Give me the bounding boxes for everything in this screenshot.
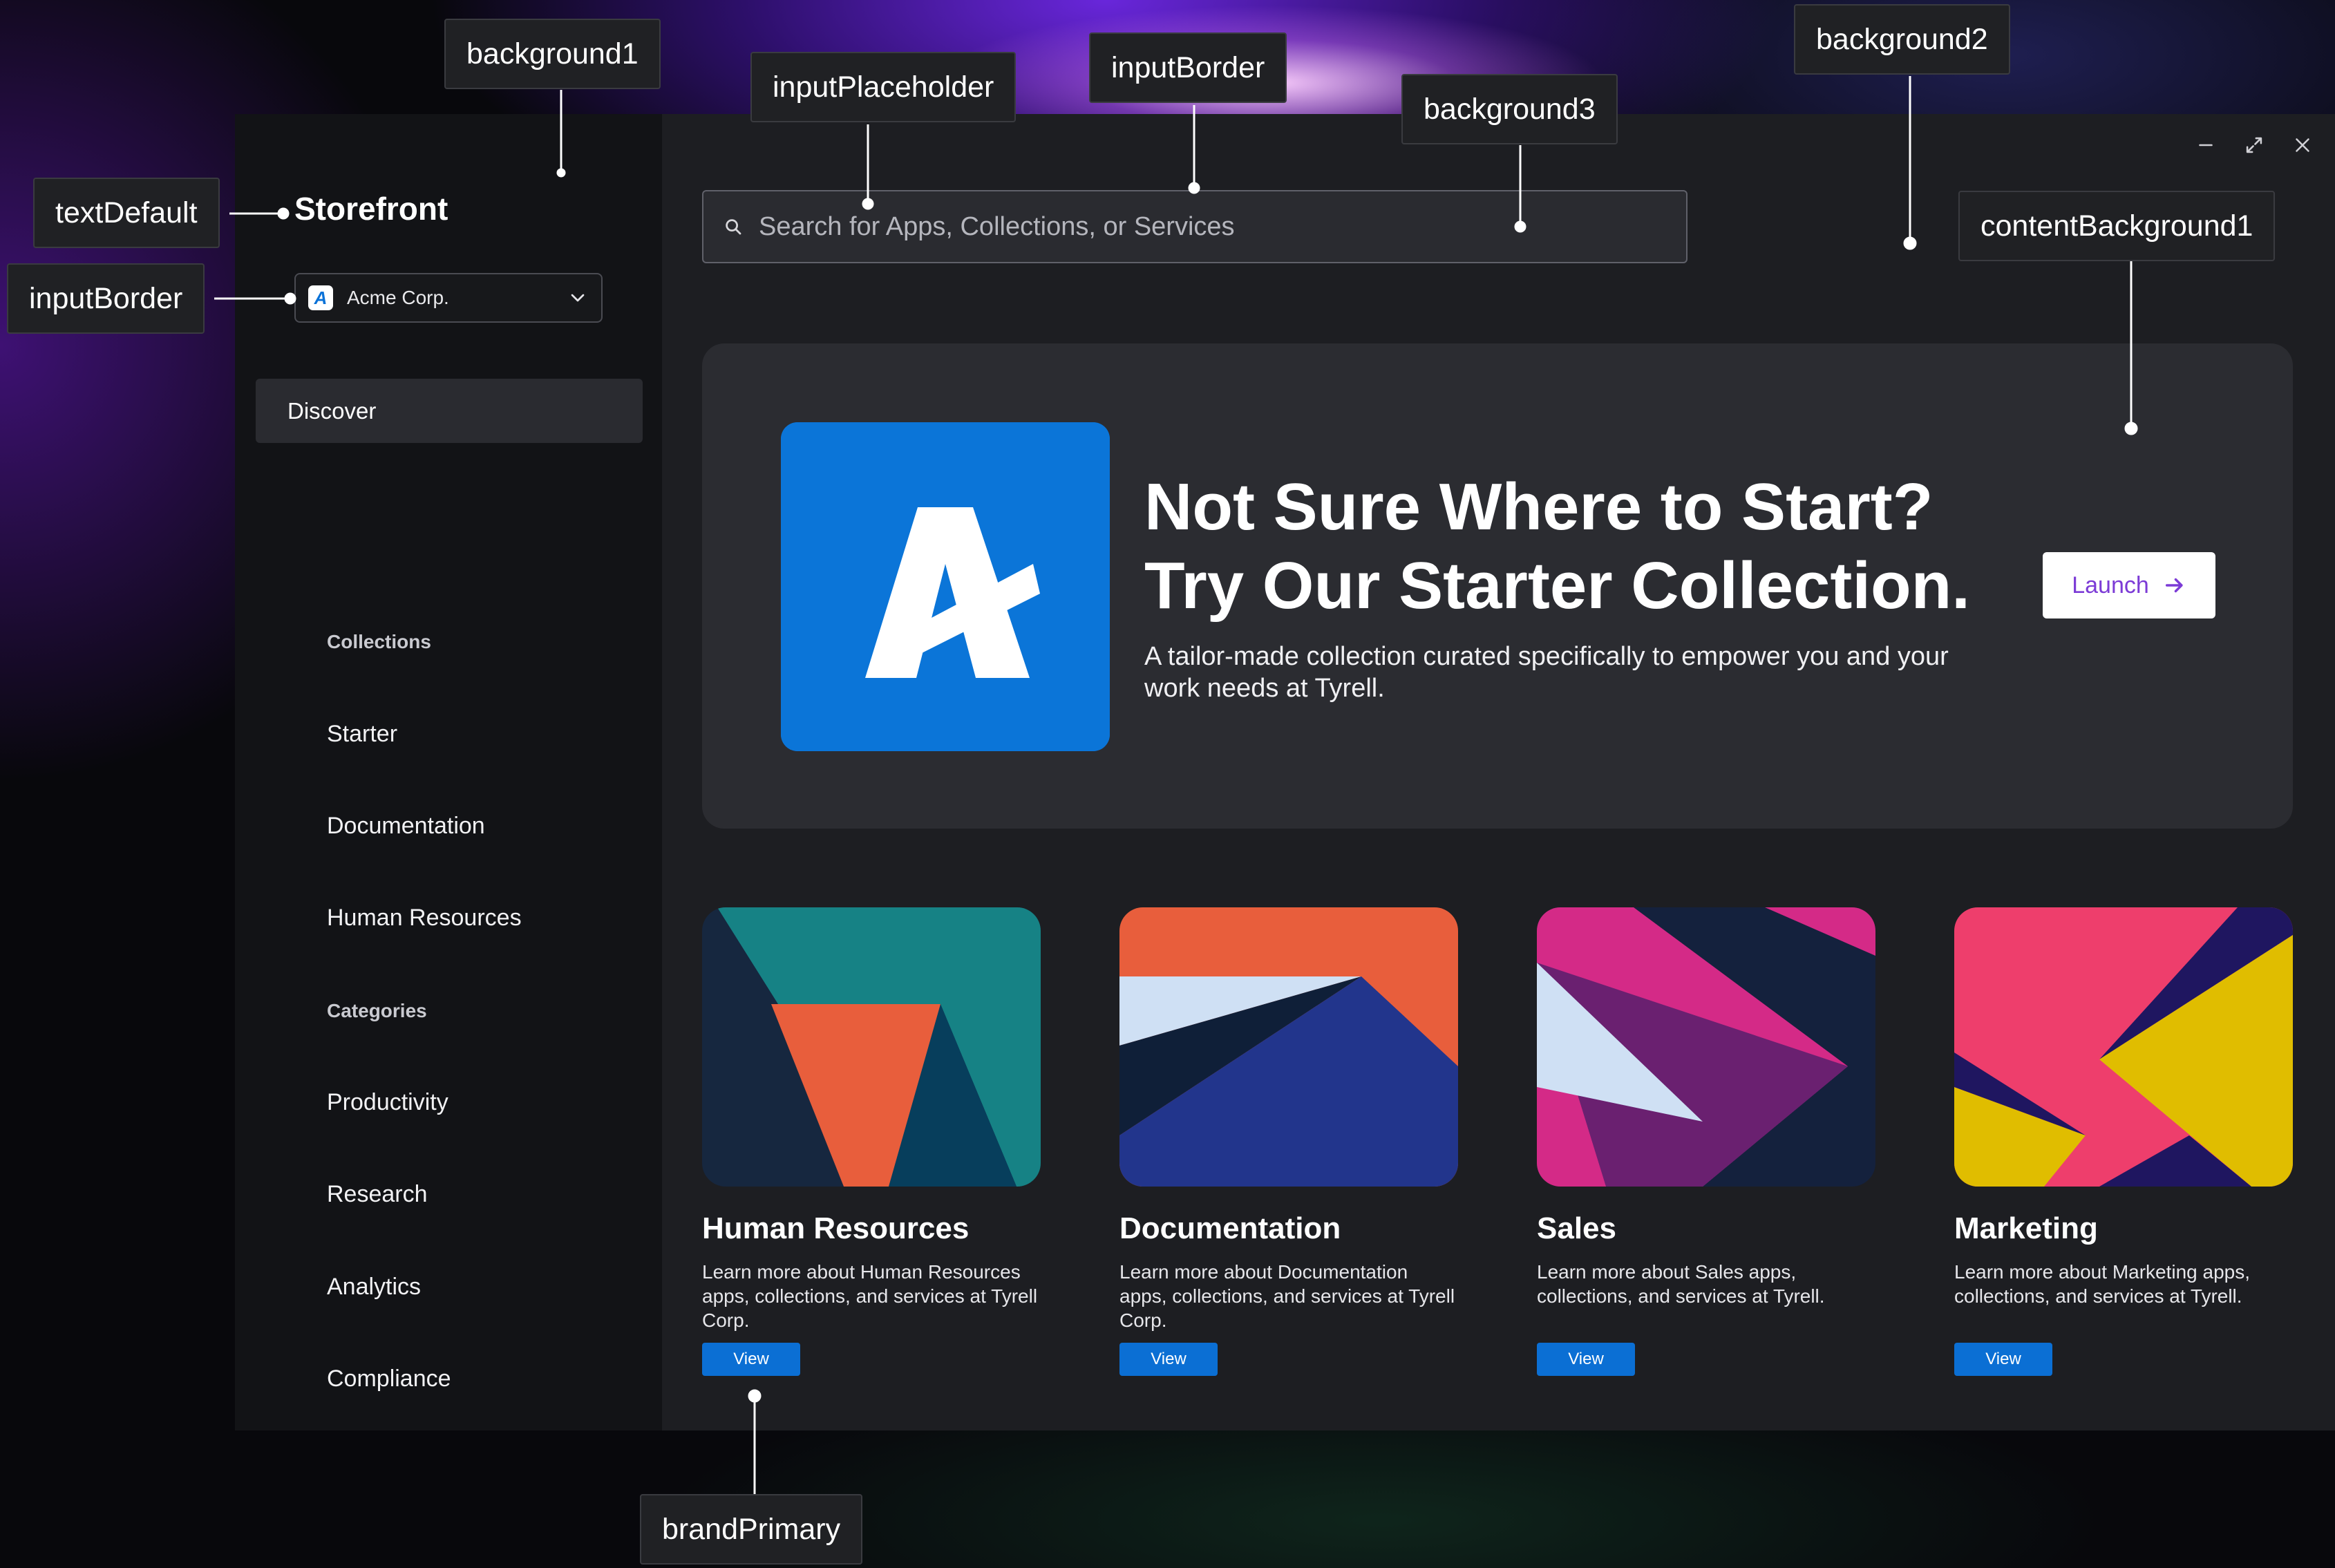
window-controls [2194,133,2314,157]
card-description: Learn more about Documentation apps, col… [1119,1261,1455,1331]
card-artwork [1119,907,1458,1187]
annotation-input-placeholder: inputPlaceholder [750,52,1017,122]
sidebar-heading-collections: Collections [327,631,431,652]
card-artwork [702,907,1041,1187]
annotation-brand-primary: brandPrimary [640,1494,863,1565]
maximize-icon[interactable] [2242,133,2266,157]
sidebar-item-documentation[interactable]: Documentation [327,813,485,840]
annotation-content-background1: contentBackground1 [1958,191,2276,261]
search-input[interactable] [759,211,1657,242]
card-title: Sales [1537,1211,1616,1245]
close-icon[interactable] [2291,133,2314,157]
starter-collection-banner: Not Sure Where to Start? Try Our Starter… [702,343,2293,829]
annotation-input-border-top: inputBorder [1089,32,1287,103]
acme-logo-icon: A [308,285,333,310]
launch-button[interactable]: Launch [2043,552,2215,618]
sidebar-item-human-resources[interactable]: Human Resources [327,905,522,932]
banner-title-line-1: Not Sure Where to Start? [1144,470,1934,544]
sidebar-item-starter[interactable]: Starter [327,721,397,748]
storefront-window: Storefront A Acme Corp. Discover Collect… [235,114,2335,1430]
banner-description: A tailor-made collection curated specifi… [1144,642,1949,703]
org-select[interactable]: A Acme Corp. [294,273,603,323]
banner-title-line-2: Try Our Starter Collection. [1144,549,1970,623]
annotation-input-border-side: inputBorder [7,263,205,334]
chevron-down-icon [571,294,585,302]
minimize-icon[interactable] [2194,133,2218,157]
sidebar: Storefront A Acme Corp. Discover Collect… [235,114,662,1430]
view-button[interactable]: View [1954,1343,2052,1376]
sidebar-item-compliance[interactable]: Compliance [327,1366,451,1392]
sidebar-item-research[interactable]: Research [327,1181,428,1208]
view-button[interactable]: View [702,1343,800,1376]
card-description: Learn more about Marketing apps, collect… [1954,1261,2251,1307]
acme-logo-icon [781,422,1110,751]
sidebar-item-productivity[interactable]: Productivity [327,1089,448,1116]
collection-card-documentation[interactable]: Documentation Learn more about Documenta… [1119,907,1458,1376]
collection-card-human-resources[interactable]: Human Resources Learn more about Human R… [702,907,1041,1376]
annotation-text-default: textDefault [33,178,220,248]
app-title: Storefront [294,191,448,227]
annotation-background3: background3 [1401,74,1618,144]
collection-card-marketing[interactable]: Marketing Learn more about Marketing app… [1954,907,2293,1376]
search-bar [702,190,1688,263]
card-artwork [1954,907,2293,1187]
launch-button-label: Launch [2072,572,2149,598]
sidebar-heading-categories: Categories [327,1000,427,1021]
annotation-background2: background2 [1794,4,2010,75]
card-artwork [1537,907,1875,1187]
card-title: Marketing [1954,1211,2098,1245]
banner-title: Not Sure Where to Start? Try Our Starter… [1144,468,1970,625]
org-select-value: Acme Corp. [347,287,449,308]
search-icon [726,219,741,235]
collection-card-sales[interactable]: Sales Learn more about Sales apps, colle… [1537,907,1875,1376]
card-description: Learn more about Sales apps, collections… [1537,1261,1825,1307]
card-title: Human Resources [702,1211,970,1245]
view-button[interactable]: View [1119,1343,1218,1376]
card-title: Documentation [1119,1211,1341,1245]
annotation-background1: background1 [444,19,661,89]
arrow-right-icon [2165,578,2183,593]
sidebar-item-discover[interactable]: Discover [256,379,643,443]
card-description: Learn more about Human Resources apps, c… [702,1261,1038,1331]
view-button[interactable]: View [1537,1343,1635,1376]
sidebar-item-analytics[interactable]: Analytics [327,1274,421,1301]
